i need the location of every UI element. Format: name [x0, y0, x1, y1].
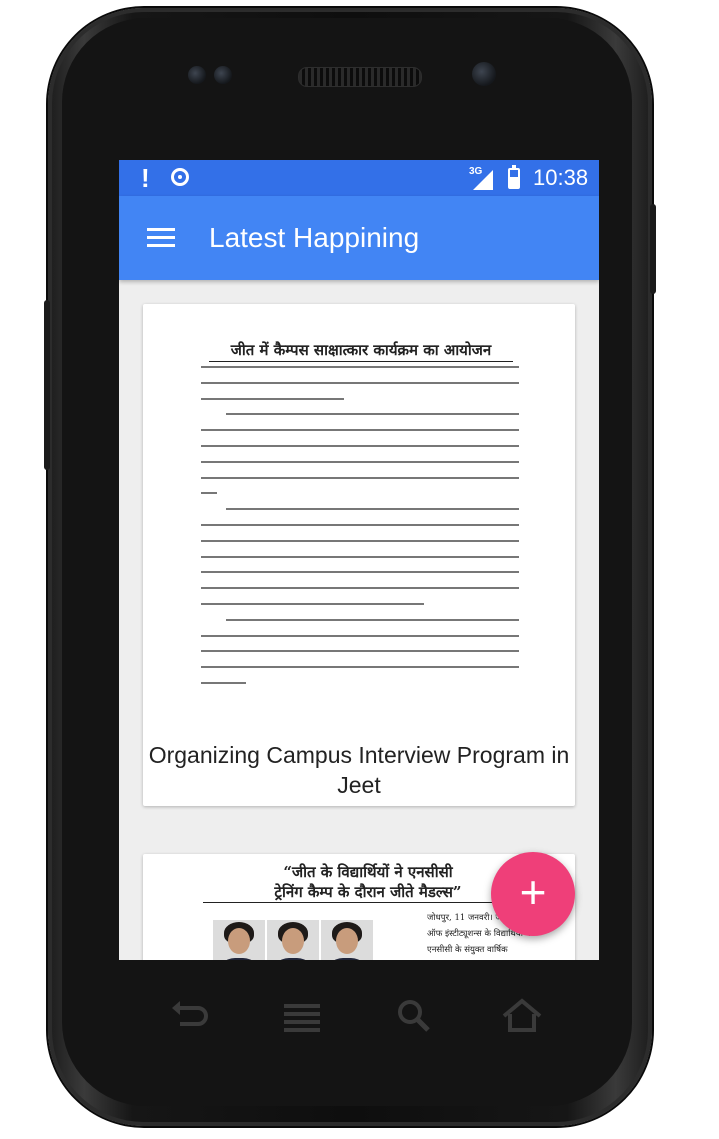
volume-button — [44, 300, 50, 470]
clipping-body — [201, 366, 519, 684]
student-photo — [267, 920, 319, 960]
search-icon[interactable] — [392, 996, 436, 1036]
status-time: 10:38 — [533, 165, 589, 190]
page-title: Latest Happining — [209, 222, 420, 253]
media-icon — [171, 168, 189, 186]
app-bar: Latest Happining — [119, 196, 599, 280]
newspaper-clipping: “जीत के विद्यार्थियों ने एनसीसी ट्रेनिंग… — [203, 862, 533, 960]
menu-icon[interactable] — [147, 228, 175, 248]
add-icon: + — [519, 866, 547, 918]
back-icon[interactable] — [168, 996, 212, 1036]
student-photo — [321, 920, 373, 960]
newspaper-clipping: जीत में कैम्पस साक्षात्कार कार्यक्रम का … — [201, 340, 519, 698]
clipping-headline: जीत में कैम्पस साक्षात्कार कार्यक्रम का … — [209, 340, 513, 362]
earpiece-speaker — [298, 67, 422, 87]
battery-icon — [508, 165, 520, 189]
news-caption: Organizing Campus Interview Program in J… — [148, 742, 570, 798]
clipping-headline: “जीत के विद्यार्थियों ने एनसीसी ट्रेनिंग… — [203, 862, 533, 903]
device-screen: ! 3G 10:38 Latest Happining जीत में कैम्… — [119, 160, 599, 960]
clipping-photos — [213, 920, 373, 960]
recent-apps-icon[interactable] — [280, 996, 324, 1036]
power-button — [650, 204, 656, 294]
front-camera — [472, 62, 496, 86]
news-card[interactable]: जीत में कैम्पस साक्षात्कार कार्यक्रम का … — [143, 304, 575, 806]
light-sensor — [214, 66, 232, 84]
proximity-sensor — [188, 66, 206, 84]
status-bar: ! 3G 10:38 — [119, 160, 599, 196]
student-photo — [213, 920, 265, 960]
home-icon[interactable] — [500, 996, 544, 1036]
signal-icon — [473, 170, 493, 190]
add-button[interactable]: + — [491, 852, 575, 936]
alert-icon: ! — [141, 163, 150, 193]
